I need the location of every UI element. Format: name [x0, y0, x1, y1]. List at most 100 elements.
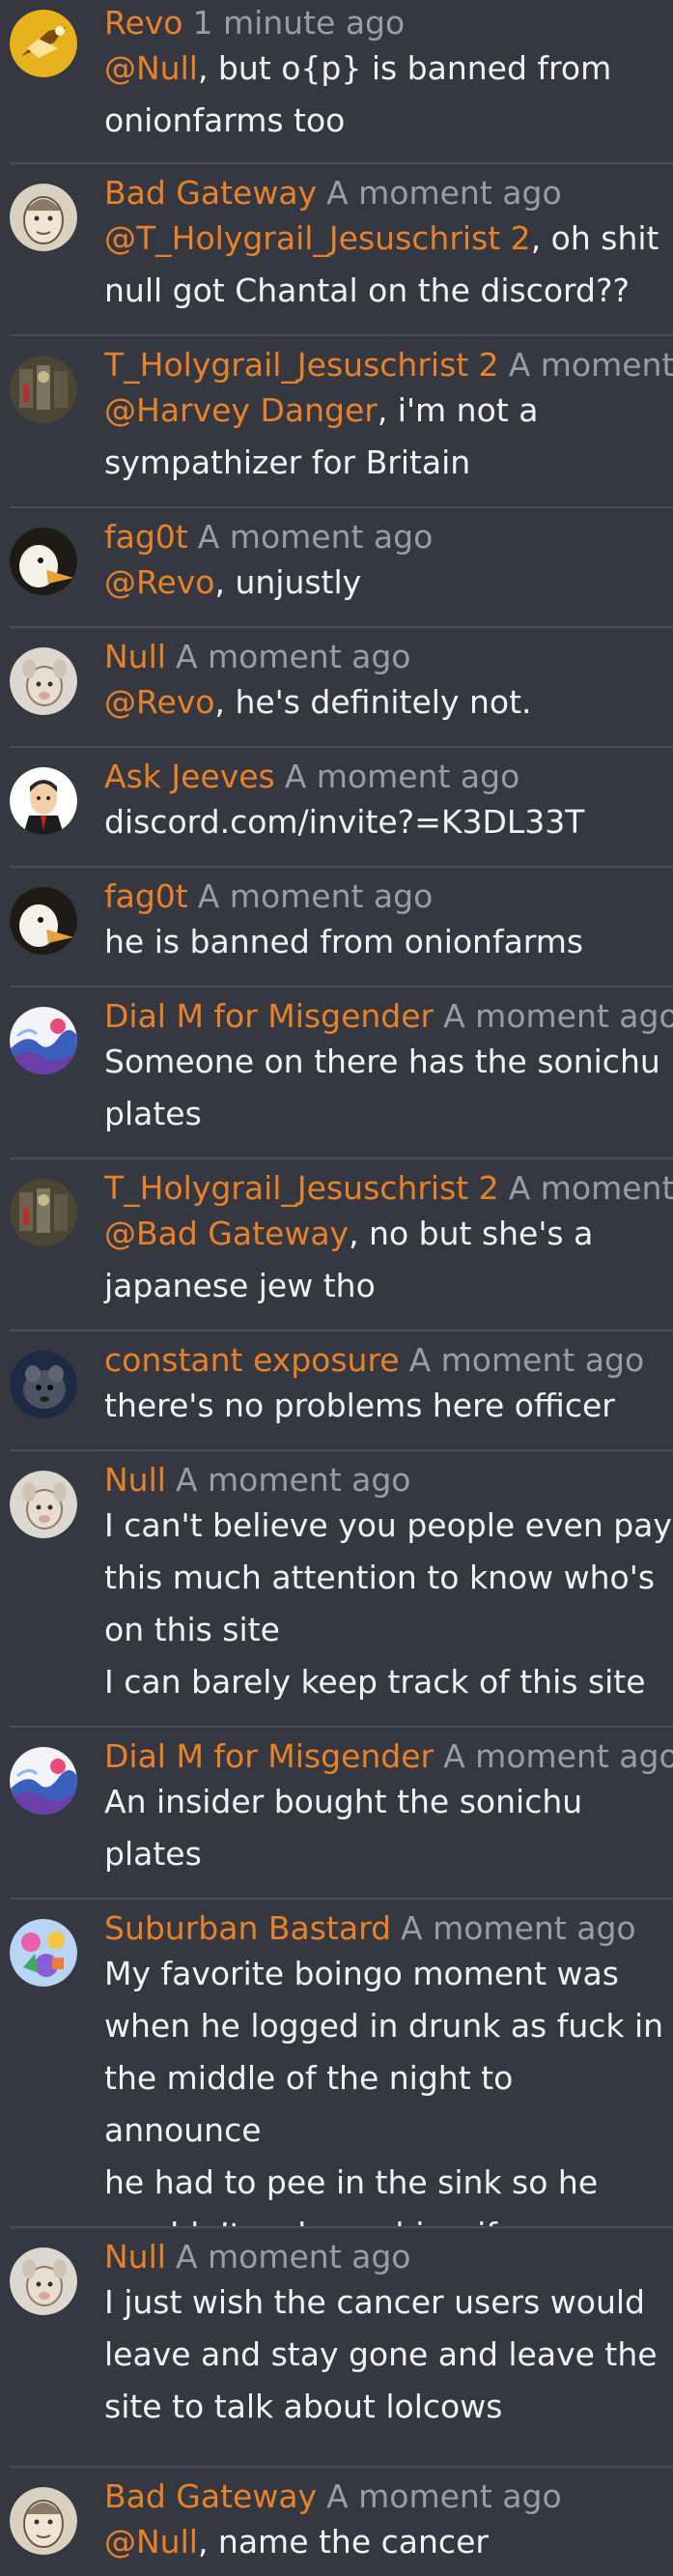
- message-body: Someone on there has the sonichu plates: [104, 1036, 673, 1140]
- timestamp: A moment ago: [443, 1737, 673, 1775]
- timestamp: A moment ago: [175, 1461, 411, 1499]
- message-line: @Harvey Danger, i'm not a: [104, 385, 673, 437]
- holygrail-avatar-icon[interactable]: [10, 356, 77, 423]
- message-line: the middle of the night to announce: [104, 2059, 514, 2149]
- mention-link[interactable]: @Null: [104, 2523, 198, 2561]
- null-avatar-icon[interactable]: [10, 2247, 77, 2315]
- author-name[interactable]: constant exposure: [104, 1341, 400, 1379]
- message-header: fag0t A moment ago: [104, 877, 673, 916]
- author-name[interactable]: Ask Jeeves: [104, 758, 275, 795]
- author-name[interactable]: Dial M for Misgender: [104, 1737, 434, 1775]
- duck-avatar-icon[interactable]: [10, 528, 77, 595]
- author-name[interactable]: fag0t: [104, 518, 188, 556]
- message-line: I can't believe you people even pay: [104, 1506, 672, 1544]
- author-name[interactable]: Null: [104, 1461, 166, 1499]
- revo-avatar-icon[interactable]: [10, 10, 77, 77]
- message-text: , he's definitely not.: [214, 683, 532, 721]
- mention-link[interactable]: @Null: [104, 49, 198, 87]
- message-text: , oh shit: [530, 219, 659, 257]
- message-line: site to talk about lolcows: [104, 2388, 503, 2425]
- message-header: Ask Jeeves A moment ago: [104, 758, 673, 796]
- mention-link[interactable]: @Revo: [104, 563, 214, 601]
- message-header: Bad Gateway A moment ago: [104, 174, 673, 213]
- timestamp: A moment ago: [443, 997, 673, 1035]
- message-line: My favorite boingo moment was: [104, 1955, 619, 1992]
- message-line: onionfarms too: [104, 101, 346, 139]
- timestamp: A moment ago: [326, 174, 562, 212]
- message-line: An insider bought the sonichu: [104, 1783, 583, 1820]
- message-line: wouldn’t wake up his wife: [104, 2209, 673, 2226]
- message-line: @Null, but o{p} is banned from: [104, 43, 673, 95]
- holygrail-avatar-icon[interactable]: [10, 1179, 77, 1246]
- chat-message: Bad Gateway A moment ago @Null, name the c…: [10, 2466, 673, 2576]
- duck-avatar-icon[interactable]: [10, 887, 77, 955]
- mention-link[interactable]: @Revo: [104, 683, 214, 721]
- timestamp: A moment ago: [326, 2477, 562, 2515]
- author-name[interactable]: T_Holygrail_Jesuschrist 2: [104, 346, 499, 384]
- message-body: @Revo, he's definitely not.: [104, 676, 673, 729]
- chat-message: Bad Gateway A moment ago @T_Holygrail_Jesu…: [10, 162, 673, 336]
- chat-message: Null A moment ago @Revo, he's definitely n…: [10, 626, 673, 748]
- mention-link[interactable]: @T_Holygrail_Jesuschrist 2: [104, 219, 531, 257]
- author-name[interactable]: Null: [104, 2238, 166, 2275]
- author-name[interactable]: T_Holygrail_Jesuschrist 2: [104, 1169, 499, 1207]
- author-name[interactable]: Dial M for Misgender: [104, 997, 434, 1035]
- author-name[interactable]: Revo: [104, 4, 182, 42]
- message-header: Null A moment ago: [104, 1461, 673, 1500]
- mention-link[interactable]: @Bad Gateway: [104, 1215, 349, 1252]
- timestamp: A moment ago: [408, 1341, 645, 1379]
- message-line: there's no problems here officer: [104, 1387, 615, 1424]
- timestamp: A moment ago: [284, 758, 520, 795]
- bad-gateway-avatar-icon[interactable]: [10, 184, 77, 251]
- chat-message: Null A moment ago I can't believe you peop…: [10, 1449, 673, 1728]
- null-avatar-icon[interactable]: [10, 1471, 77, 1538]
- chat-message: Suburban Bastard A moment ago My favorite …: [10, 1898, 673, 2228]
- message-line: plates: [104, 1095, 202, 1132]
- message-body: he is banned from onionfarms: [104, 916, 673, 968]
- message-body: @Bad Gateway, no but she's a japanese jew…: [104, 1208, 673, 1312]
- message-line: when he logged in drunk as fuck in: [104, 2007, 664, 2045]
- suburban-avatar-icon[interactable]: [10, 1919, 77, 1987]
- wave-avatar-icon[interactable]: [10, 1007, 77, 1074]
- chat-message: Dial M for Misgender A moment ago An insid…: [10, 1726, 673, 1900]
- message-line: he had to pee in the sink so he: [104, 2163, 599, 2201]
- jeeves-avatar-icon[interactable]: [10, 767, 77, 835]
- message-body: @Harvey Danger, i'm not a sympathizer for…: [104, 385, 673, 489]
- message-header: Suburban Bastard A moment ago: [104, 1909, 673, 1948]
- timestamp: A moment ago: [508, 1169, 673, 1207]
- message-text: , but o{p} is banned from: [197, 49, 612, 87]
- chat-message: T_Holygrail_Jesuschrist 2A moment ago@Ha…: [10, 334, 673, 508]
- timestamp: A moment ago: [197, 518, 434, 556]
- message-body: there's no problems here officer: [104, 1380, 673, 1432]
- author-name[interactable]: Suburban Bastard: [104, 1909, 391, 1947]
- timestamp: A moment ago: [401, 1909, 636, 1947]
- author-name[interactable]: Bad Gateway: [104, 2477, 317, 2515]
- author-name[interactable]: Bad Gateway: [104, 174, 317, 212]
- timestamp: 1 minute ago: [192, 4, 406, 42]
- chat-message: Ask Jeeves A moment ago discord.com/invite…: [10, 746, 673, 868]
- message-header: fag0t A moment ago: [104, 518, 673, 557]
- mention-link[interactable]: @Harvey Danger: [104, 391, 378, 429]
- message-header: Revo 1 minute ago: [104, 4, 673, 43]
- message-body: An insider bought the sonichu plates: [104, 1776, 673, 1880]
- bad-gateway-avatar-icon[interactable]: [10, 2487, 77, 2555]
- timestamp: A moment ago: [175, 638, 411, 675]
- message-header: constant exposure A moment ago: [104, 1341, 673, 1380]
- author-name[interactable]: Null: [104, 638, 166, 675]
- null-avatar-icon[interactable]: [10, 647, 77, 715]
- chat-log: Revo 1 minute ago @Null, but o{p} is banne…: [0, 0, 673, 2576]
- message-line: @T_Holygrail_Jesuschrist 2, oh shit: [104, 213, 673, 265]
- exposure-avatar-icon[interactable]: [10, 1351, 77, 1418]
- chat-message: fag0t A moment ago @Revo, unjustly: [10, 506, 673, 628]
- message-body: @Revo, unjustly: [104, 557, 673, 609]
- wave-avatar-icon[interactable]: [10, 1747, 77, 1815]
- timestamp: A moment ago: [508, 346, 673, 384]
- message-line: discord.com/invite?=K3DL33T: [104, 803, 585, 841]
- message-body: My favorite boingo moment was when he log…: [104, 1948, 673, 2226]
- message-header: Bad Gateway A moment ago: [104, 2477, 673, 2516]
- message-line: @Null, name the cancer: [104, 2516, 673, 2568]
- chat-message: T_Holygrail_Jesuschrist 2A moment ago@Ba…: [10, 1158, 673, 1331]
- timestamp: A moment ago: [175, 2238, 411, 2275]
- timestamp: A moment ago: [197, 877, 434, 915]
- author-name[interactable]: fag0t: [104, 877, 188, 915]
